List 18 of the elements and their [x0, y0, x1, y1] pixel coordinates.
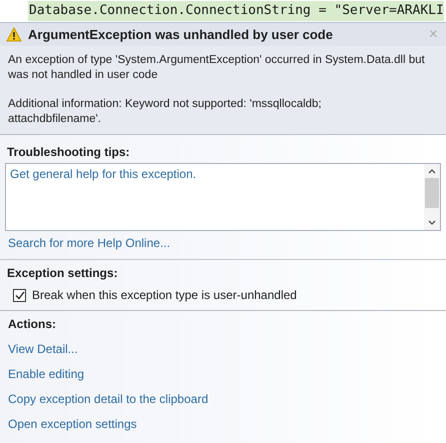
dialog-title: ArgumentException was unhandled by user code [28, 26, 334, 44]
section-heading: Actions: [8, 316, 56, 332]
scrollbar[interactable] [424, 164, 440, 230]
action-link[interactable]: View Detail... [8, 341, 78, 357]
checkbox[interactable] [13, 288, 26, 302]
checkbox-label: Break when this exception type is user-unhandled [32, 287, 297, 304]
section-heading: Exception settings: [7, 265, 119, 281]
additional-information: Additional information: Keyword not supported: 'mssqllocaldb; attachdbfilename'. [8, 97, 323, 127]
checkmark-icon [14, 290, 24, 300]
exception-message: An exception of type 'System.ArgumentException' occurred in System.Data.dll but was not handled in user code [8, 53, 426, 83]
scroll-thumb[interactable] [425, 178, 439, 208]
section-heading: Troubleshooting tips: [6, 144, 131, 161]
action-link[interactable]: Copy exception detail to the clipboard [8, 391, 208, 407]
search-help-link[interactable]: Search for more Help Online... [5, 235, 174, 251]
action-link[interactable]: Open exception settings [8, 416, 137, 432]
help-link[interactable]: Get general help for this exception. [10, 166, 196, 182]
warning-icon [6, 27, 22, 42]
action-link[interactable]: Enable editing [8, 366, 84, 382]
